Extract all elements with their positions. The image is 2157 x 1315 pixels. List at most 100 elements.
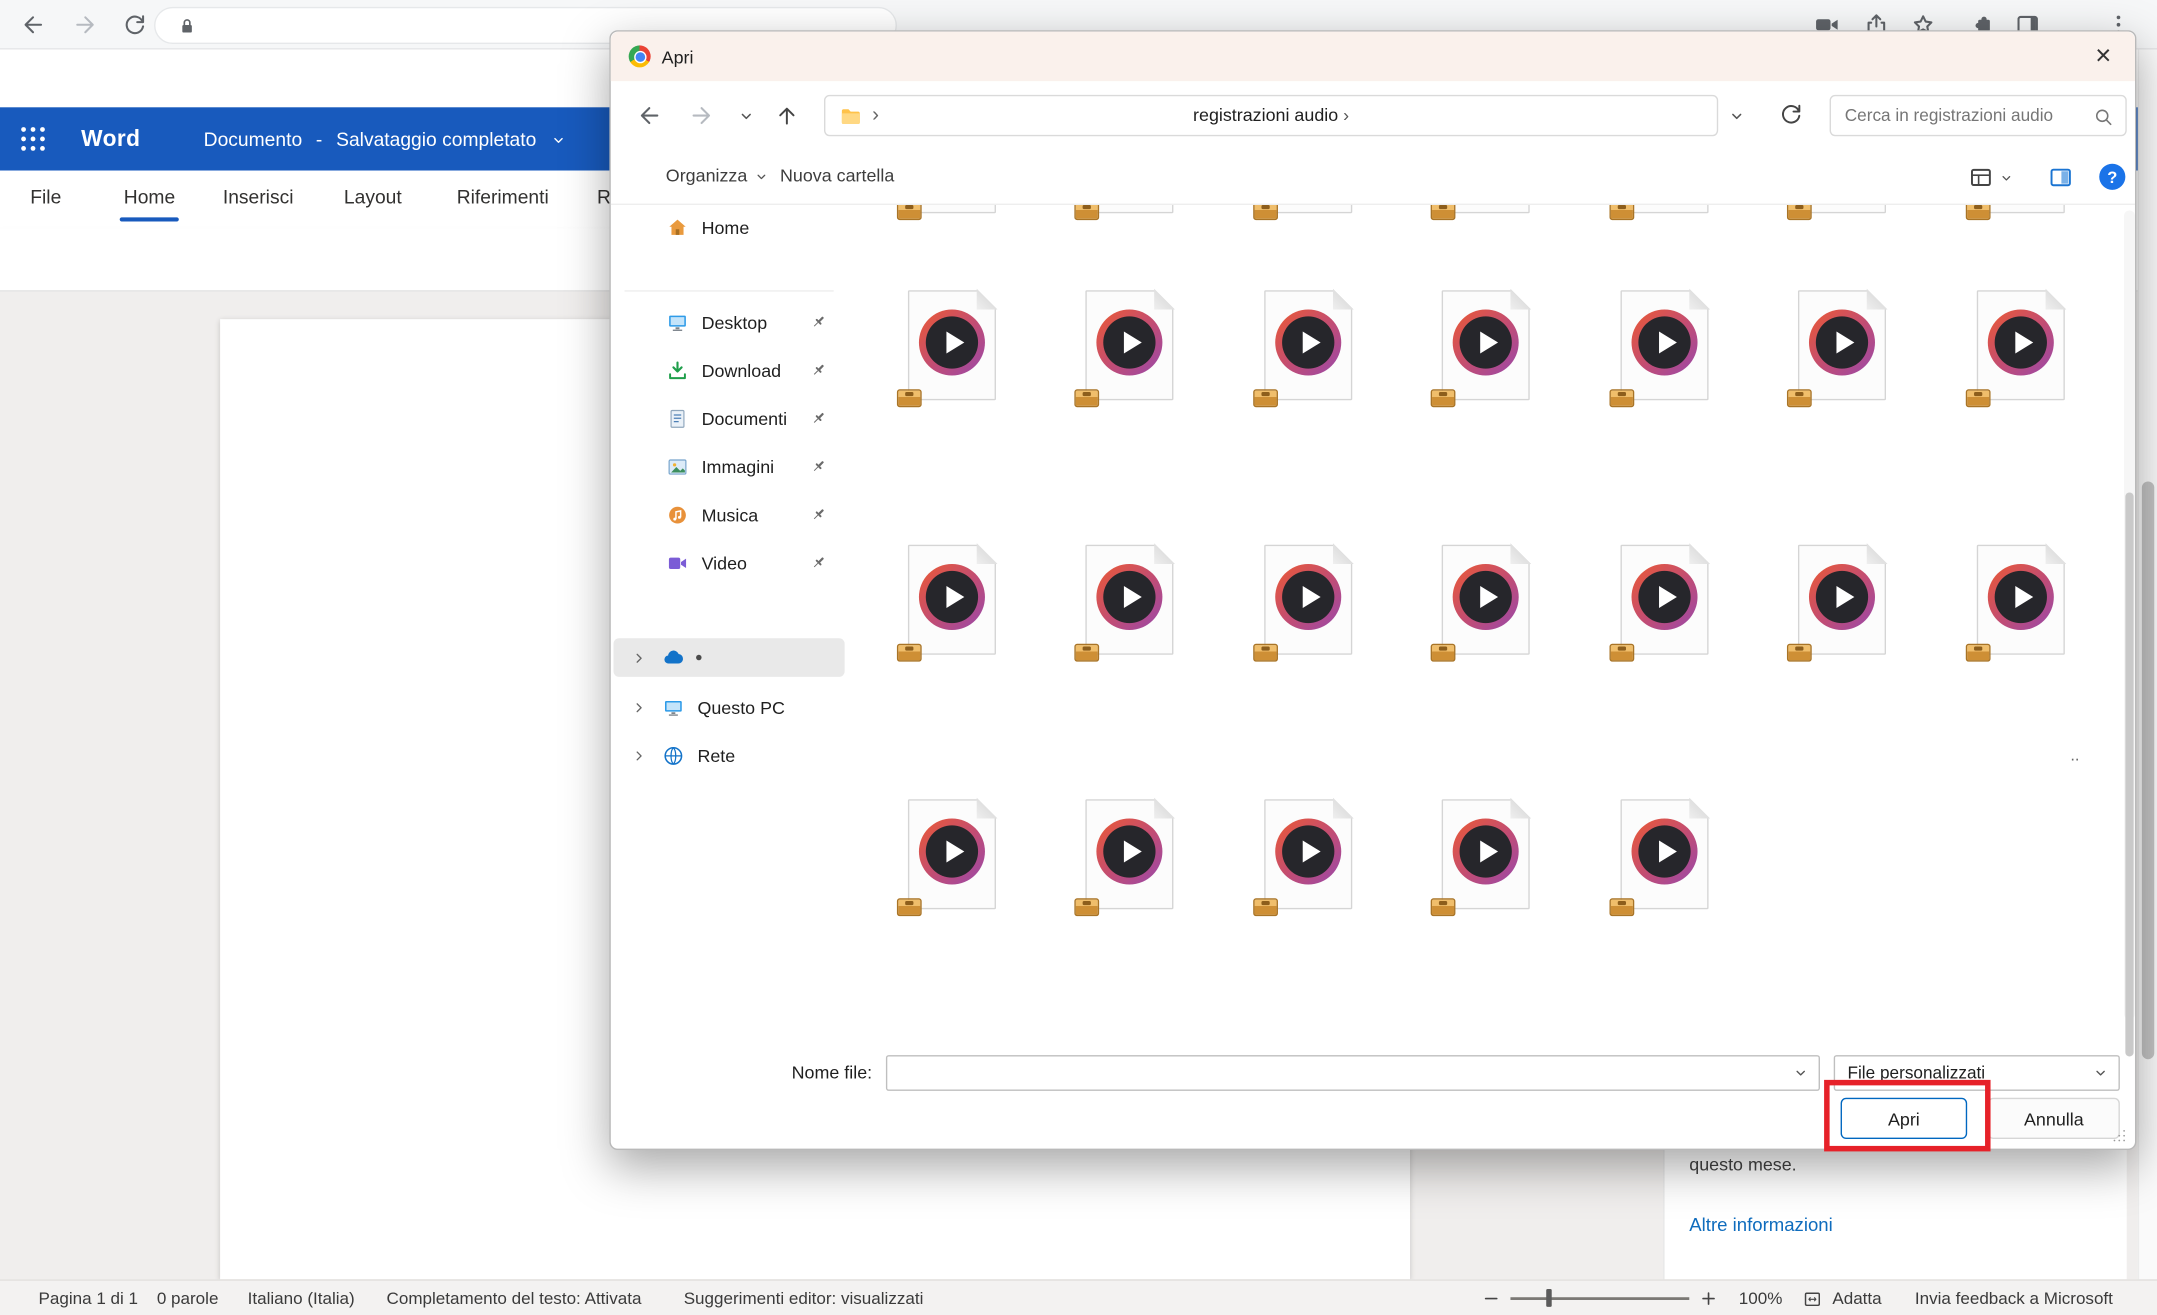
address-dropdown-chevron-icon[interactable] <box>1728 107 1746 125</box>
resize-grip-icon[interactable] <box>2109 1125 2128 1144</box>
audio-file-item[interactable] <box>1264 799 1352 909</box>
page-scrollbar[interactable] <box>2138 50 2157 1280</box>
expand-chevron-icon[interactable] <box>630 746 648 764</box>
audio-file-item[interactable] <box>1620 205 1708 213</box>
sidebar-item-download[interactable]: Download <box>614 351 845 390</box>
organize-menu[interactable]: Organizza <box>666 165 770 186</box>
audio-file-item[interactable] <box>1086 290 1174 400</box>
close-button[interactable] <box>2072 32 2135 82</box>
audio-file-item[interactable] <box>1976 205 2064 213</box>
file-open-dialog: Apri registrazioni audio Cerca in regist… <box>609 30 2136 1150</box>
partially-scrolled-row <box>863 205 2122 213</box>
audio-file-item[interactable] <box>1264 290 1352 400</box>
fit-label[interactable]: Adatta <box>1832 1289 1881 1308</box>
file-list-scrollbar[interactable] <box>2124 210 2135 1019</box>
document-name[interactable]: Documento <box>204 128 302 150</box>
refresh-icon[interactable] <box>1777 100 1805 128</box>
file-type-badge-icon <box>897 205 922 220</box>
recent-locations-chevron-icon[interactable] <box>737 107 755 125</box>
sidebar-item-musica[interactable]: Musica <box>614 495 845 534</box>
filename-input[interactable] <box>886 1055 1820 1091</box>
cancel-button[interactable]: Annulla <box>1988 1098 2120 1139</box>
zoom-slider[interactable] <box>1510 1297 1689 1300</box>
sidebar-item-onedrive[interactable] <box>614 638 845 677</box>
sidebar-item-label: Home <box>702 217 750 238</box>
ribbon-tab-file[interactable]: File <box>30 186 61 208</box>
word-brand[interactable]: Word <box>81 126 140 152</box>
page-scrollbar-thumb[interactable] <box>2142 481 2154 1059</box>
file-type-badge-icon <box>1787 644 1812 662</box>
fit-width-icon[interactable] <box>1802 1289 1823 1310</box>
browser-reload-icon[interactable] <box>121 11 149 39</box>
sidebar-item-immagini[interactable]: Immagini <box>614 447 845 486</box>
breadcrumb-folder[interactable]: registrazioni audio <box>825 105 1716 126</box>
breadcrumb[interactable]: registrazioni audio <box>824 95 1718 136</box>
nav-back-icon[interactable] <box>636 102 664 130</box>
sidebar-item-video[interactable]: Video <box>614 543 845 582</box>
audio-file-item[interactable] <box>1620 799 1708 909</box>
audio-file-item[interactable] <box>908 290 996 400</box>
scrollbar-thumb[interactable] <box>2125 492 2133 1056</box>
sidebar-item-home[interactable]: Home <box>614 208 845 247</box>
nav-up-icon[interactable] <box>773 102 801 130</box>
file-fold <box>2045 543 2066 564</box>
audio-file-item[interactable] <box>1798 290 1886 400</box>
app-launcher-icon[interactable] <box>18 124 48 154</box>
search-box[interactable]: Cerca in registrazioni audio <box>1830 95 2127 136</box>
sidebar-item-documenti[interactable]: Documenti <box>614 399 845 438</box>
browser-forward-icon[interactable] <box>72 11 100 39</box>
audio-file-item[interactable] <box>1976 545 2064 655</box>
ribbon-tab-inserisci[interactable]: Inserisci <box>223 186 294 208</box>
audio-file-item[interactable] <box>1442 205 1530 213</box>
expand-chevron-icon[interactable] <box>630 649 648 667</box>
nav-forward-icon[interactable] <box>688 102 716 130</box>
status-language[interactable]: Italiano (Italia) <box>248 1289 355 1308</box>
status-editor-suggestions[interactable]: Suggerimenti editor: visualizzati <box>684 1289 924 1308</box>
audio-file-item[interactable] <box>1798 545 1886 655</box>
expand-chevron-icon[interactable] <box>630 698 648 716</box>
ribbon-tab-riferimenti[interactable]: Riferimenti <box>457 186 549 208</box>
audio-file-item[interactable] <box>1264 205 1352 213</box>
audio-file-item[interactable] <box>1086 205 1174 213</box>
status-word-count[interactable]: 0 parole <box>157 1289 219 1308</box>
sidebar-item-questo-pc[interactable]: Questo PC <box>614 688 845 727</box>
status-page-count[interactable]: Pagina 1 di 1 <box>39 1289 139 1308</box>
ribbon-tab-home[interactable]: Home <box>124 186 175 208</box>
preview-pane-button[interactable] <box>2047 164 2075 192</box>
save-status-chevron-icon[interactable] <box>550 132 567 149</box>
filename-dropdown-chevron-icon[interactable] <box>1792 1065 1809 1082</box>
audio-file-item[interactable] <box>1264 545 1352 655</box>
zoom-out-button[interactable] <box>1480 1288 1502 1310</box>
change-view-button[interactable] <box>1967 164 1995 192</box>
ribbon-tab-layout[interactable]: Layout <box>344 186 402 208</box>
status-text-completion[interactable]: Completamento del testo: Attivata <box>387 1289 642 1308</box>
audio-file-item[interactable] <box>1086 545 1174 655</box>
new-folder-button[interactable]: Nuova cartella <box>780 165 894 186</box>
browser-back-icon[interactable] <box>19 11 47 39</box>
audio-file-item[interactable] <box>1442 290 1530 400</box>
view-options-chevron-icon[interactable] <box>1999 171 2014 186</box>
more-info-link[interactable]: Altre informazioni <box>1689 1215 1832 1236</box>
zoom-slider-thumb[interactable] <box>1546 1289 1552 1307</box>
audio-file-item[interactable] <box>1798 205 1886 213</box>
help-button[interactable] <box>2099 164 2125 190</box>
search-icon[interactable] <box>2092 106 2114 128</box>
document-title[interactable]: Documento - Salvataggio completato <box>204 128 567 150</box>
sidebar-item-desktop[interactable]: Desktop <box>614 303 845 342</box>
play-triangle-icon <box>1124 332 1142 354</box>
audio-file-item[interactable] <box>1442 799 1530 909</box>
audio-file-item[interactable] <box>1086 799 1174 909</box>
audio-file-item[interactable] <box>1442 545 1530 655</box>
audio-file-item[interactable] <box>908 205 996 213</box>
sidebar-item-rete[interactable]: Rete <box>614 736 845 775</box>
zoom-level[interactable]: 100% <box>1739 1289 1783 1308</box>
dialog-titlebar[interactable]: Apri <box>611 32 2135 82</box>
feedback-link[interactable]: Invia feedback a Microsoft <box>1915 1289 2113 1308</box>
audio-file-item[interactable] <box>1976 290 2064 400</box>
zoom-in-button[interactable] <box>1698 1288 1720 1310</box>
audio-file-item[interactable] <box>908 545 996 655</box>
save-status[interactable]: Salvataggio completato <box>336 128 536 150</box>
audio-file-item[interactable] <box>1620 545 1708 655</box>
audio-file-item[interactable] <box>908 799 996 909</box>
audio-file-item[interactable] <box>1620 290 1708 400</box>
